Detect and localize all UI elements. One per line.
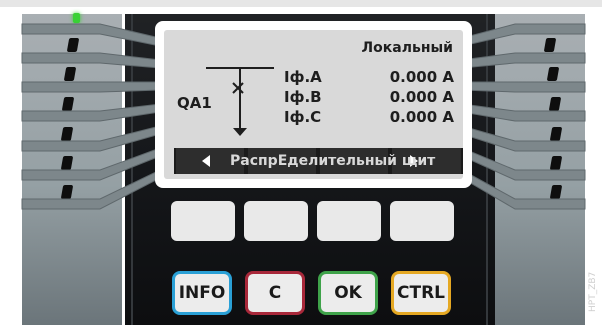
clear-button-label: C: [268, 283, 282, 303]
ctrl-button[interactable]: CTRL: [391, 271, 451, 315]
feeder-label: QA1: [177, 94, 212, 112]
soft-key-4[interactable]: [390, 201, 454, 241]
right-side-panel: [490, 14, 585, 325]
mode-label: Локальный: [361, 40, 453, 56]
ctrl-button-label: CTRL: [397, 283, 445, 303]
front-groove-right: [486, 14, 488, 325]
nav-title: РаспрЕделительный щит: [230, 153, 436, 169]
measurement-name: Iф.C: [284, 108, 322, 126]
status-led-icon: [73, 13, 80, 23]
info-button-label: INFO: [178, 283, 226, 303]
soft-key-2[interactable]: [244, 201, 308, 241]
measurement-value: 0.000 A: [389, 108, 454, 126]
soft-key-1[interactable]: [171, 201, 235, 241]
measurement-row: Iф.C 0.000 A: [284, 108, 454, 126]
left-side-panel: [22, 14, 122, 325]
measurement-value: 0.000 A: [389, 68, 454, 86]
measurement-row: Iф.A 0.000 A: [284, 68, 454, 86]
clear-button[interactable]: C: [245, 271, 305, 315]
measurement-row: Iф.B 0.000 A: [284, 88, 454, 106]
image-id-label: HPT_ZB7: [588, 271, 598, 312]
measurement-name: Iф.B: [284, 88, 322, 106]
lcd-screen: Локальный QA1 Iф.A 0.000 A Iф.B 0.000 A …: [164, 30, 463, 179]
ok-button-label: OK: [334, 283, 362, 303]
breaker-symbol-icon: [206, 67, 274, 136]
soft-key-3[interactable]: [317, 201, 381, 241]
measurement-value: 0.000 A: [389, 88, 454, 106]
front-groove-left: [131, 14, 133, 325]
ok-button[interactable]: OK: [318, 271, 378, 315]
nav-left-arrow-icon[interactable]: [202, 155, 210, 167]
info-button[interactable]: INFO: [172, 271, 232, 315]
top-strip: [0, 0, 602, 7]
lcd-nav-bar: РаспрЕделительный щит: [174, 148, 463, 174]
device-panel: Локальный QA1 Iф.A 0.000 A Iф.B 0.000 A …: [0, 0, 602, 325]
measurement-name: Iф.A: [284, 68, 322, 86]
